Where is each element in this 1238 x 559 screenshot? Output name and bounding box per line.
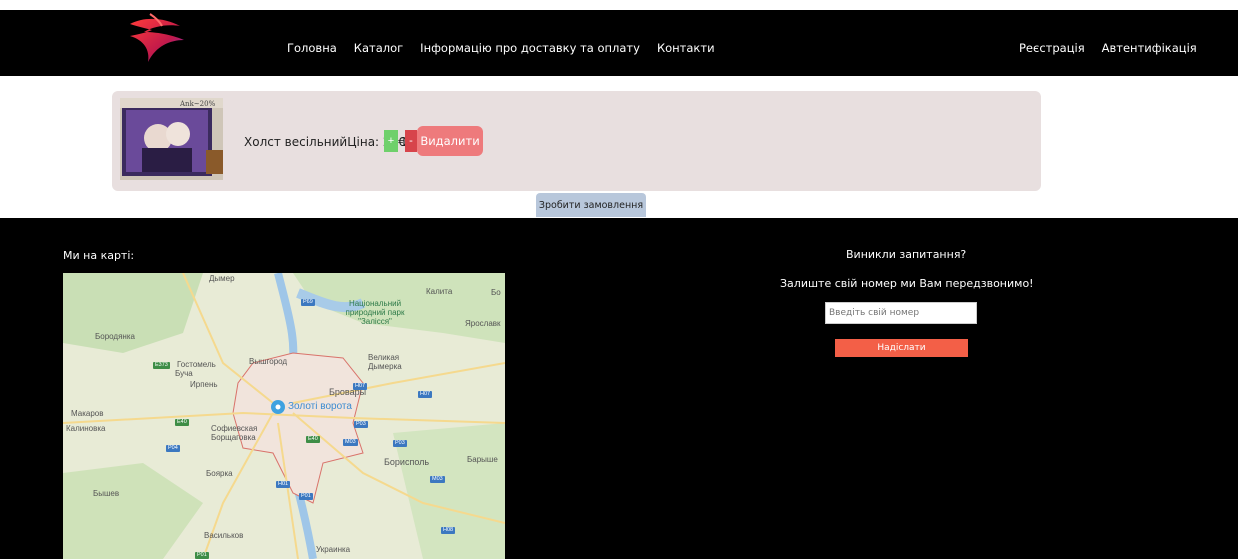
road-marker: M03 bbox=[343, 439, 358, 446]
nav-delivery-info[interactable]: Інформацію про доставку та оплату bbox=[420, 41, 640, 55]
map-label-boyarka: Боярка bbox=[206, 469, 233, 478]
road-marker: E40 bbox=[306, 436, 320, 443]
map-label-velyka-dymerka: Великая Дымерка bbox=[368, 353, 402, 371]
product-name-price: Холст весільнийЦіна: 20€ bbox=[244, 135, 406, 149]
map-label-zoloti-vorota: Золоті ворота bbox=[288, 401, 352, 412]
map-label-vyshgorod: Вышгород bbox=[249, 357, 288, 366]
road-marker: E40 bbox=[175, 419, 189, 426]
map-label-borodyanka: Бородянка bbox=[95, 332, 135, 341]
map-label-yaroslavka: Ярославк bbox=[465, 319, 501, 328]
map-label-boryspil: Борисполь bbox=[384, 457, 430, 467]
map-label-makarov: Макаров bbox=[71, 409, 104, 418]
map-label-kalynivka: Калиновка bbox=[66, 424, 106, 433]
auth-nav: Реєстрація Автентифікація bbox=[1019, 41, 1214, 55]
header-bar: Головна Каталог Інформацію про доставку … bbox=[0, 10, 1238, 76]
map-label-dymer: Дымер bbox=[209, 274, 235, 283]
delete-button[interactable]: Видалити bbox=[417, 126, 483, 156]
map-label-sofiivska: Софиевская Борщаговка bbox=[211, 424, 258, 442]
nav-home[interactable]: Головна bbox=[287, 41, 337, 55]
nav-catalog[interactable]: Каталог bbox=[354, 41, 403, 55]
quantity-increase-button[interactable]: + bbox=[384, 130, 398, 152]
place-order-button[interactable]: Зробити замовлення bbox=[536, 193, 646, 217]
cart-item: Ank~20% Холст весільнийЦіна: 20€ + 1 - В… bbox=[112, 91, 1041, 191]
road-marker: H07 bbox=[418, 391, 433, 398]
map-label-baryshivka: Барыше bbox=[467, 455, 498, 464]
product-image: Ank~20% bbox=[120, 98, 223, 180]
map-label-gostomel: Гостомель bbox=[177, 360, 216, 369]
svg-text:Ank~20%: Ank~20% bbox=[179, 100, 216, 108]
road-marker: E373 bbox=[153, 362, 170, 369]
nav-register[interactable]: Реєстрація bbox=[1019, 41, 1085, 55]
map-label-bucha: Буча bbox=[175, 369, 193, 378]
road-marker: P01 bbox=[299, 493, 313, 500]
road-marker: H01 bbox=[276, 481, 291, 488]
road-marker: H08 bbox=[441, 527, 456, 534]
question-subtitle: Залиште свій номер ми Вам передзвонимо! bbox=[780, 277, 1034, 290]
map-title: Ми на карті: bbox=[63, 249, 135, 262]
road-marker: H07 bbox=[353, 383, 368, 390]
map-label-bo: Бо bbox=[491, 288, 501, 297]
map-label-ukrainka: Украинка bbox=[316, 545, 351, 554]
logo-icon[interactable] bbox=[120, 10, 192, 68]
main-nav: Головна Каталог Інформацію про доставку … bbox=[287, 41, 732, 55]
road-marker: P04 bbox=[166, 445, 180, 452]
road-marker: M03 bbox=[430, 476, 445, 483]
road-marker: P03 bbox=[354, 421, 368, 428]
road-marker: P69 bbox=[301, 299, 315, 306]
map-label-park: Національний природний парк "Залісся" bbox=[345, 299, 405, 326]
footer: Ми на карті: Дымер Калита Бо Національни… bbox=[0, 218, 1238, 559]
nav-login[interactable]: Автентифікація bbox=[1102, 41, 1197, 55]
map-label-irpen: Ирпень bbox=[190, 380, 218, 389]
map-label-byshev: Бышев bbox=[93, 489, 120, 498]
send-button[interactable]: Надіслати bbox=[835, 339, 968, 357]
phone-input[interactable] bbox=[825, 302, 977, 324]
quantity-decrease-button[interactable]: - bbox=[405, 130, 417, 152]
road-marker: P03 bbox=[393, 440, 407, 447]
map-label-vasylkiv: Васильков bbox=[204, 531, 244, 540]
map[interactable]: Дымер Калита Бо Національний природний п… bbox=[63, 273, 505, 559]
nav-contacts[interactable]: Контакти bbox=[657, 41, 715, 55]
question-title: Виникли запитання? bbox=[846, 248, 967, 261]
road-marker: P01 bbox=[195, 552, 209, 559]
map-label-kalyta: Калита bbox=[426, 287, 453, 296]
